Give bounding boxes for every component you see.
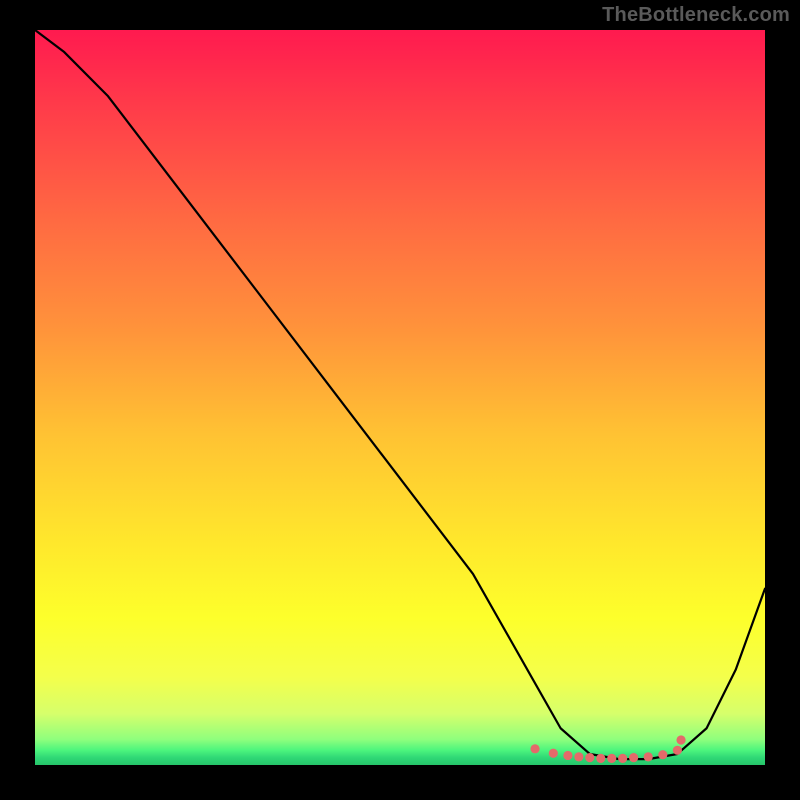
marker-dot xyxy=(676,735,685,744)
watermark-text: TheBottleneck.com xyxy=(602,4,790,27)
marker-dot xyxy=(574,752,583,761)
marker-dot xyxy=(618,754,627,763)
curve-line xyxy=(35,30,765,759)
marker-dot xyxy=(563,751,572,760)
chart-svg xyxy=(35,30,765,765)
marker-dot xyxy=(585,753,594,762)
chart-frame: TheBottleneck.com xyxy=(0,0,800,800)
marker-dot xyxy=(658,750,667,759)
marker-dot xyxy=(596,754,605,763)
marker-dot xyxy=(549,749,558,758)
optimum-markers xyxy=(530,735,685,763)
marker-dot xyxy=(673,746,682,755)
marker-dot xyxy=(629,753,638,762)
marker-dot xyxy=(607,754,616,763)
marker-dot xyxy=(530,744,539,753)
marker-dot xyxy=(644,752,653,761)
plot-area xyxy=(35,30,765,765)
